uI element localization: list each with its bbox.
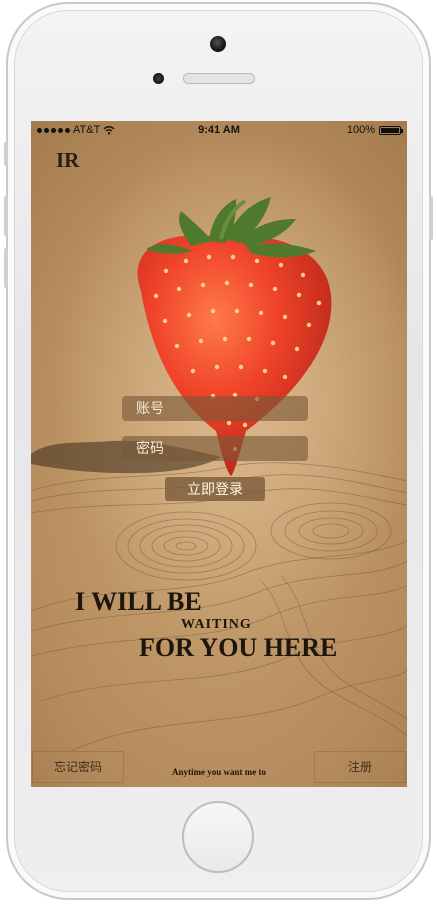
volume-up-button	[4, 196, 8, 236]
battery-percent: 100%	[346, 124, 375, 136]
login-button[interactable]: 立即登录	[165, 477, 265, 501]
proximity-sensor	[153, 73, 164, 84]
front-camera	[210, 36, 226, 52]
slogan-line-1: I WILL BE	[75, 587, 202, 616]
earpiece-speaker	[183, 73, 255, 84]
volume-down-button	[4, 248, 8, 288]
app-logo: IR	[56, 148, 80, 172]
power-button	[429, 196, 433, 240]
account-input[interactable]	[122, 396, 308, 421]
battery-icon	[379, 125, 403, 135]
app-screen: AT&T 9:41 AM 100% IR 立即登录 I WILL BE WAIT…	[31, 121, 407, 787]
slogan-line-2: WAITING	[181, 617, 252, 632]
slogan-line-3: FOR YOU HERE	[139, 633, 338, 662]
status-right: 100%	[346, 124, 403, 136]
home-button[interactable]	[182, 801, 254, 873]
tagline: Anytime you want me to	[172, 767, 266, 777]
password-input[interactable]	[122, 436, 308, 461]
status-bar: AT&T 9:41 AM 100%	[31, 121, 407, 139]
mute-switch	[4, 142, 8, 166]
